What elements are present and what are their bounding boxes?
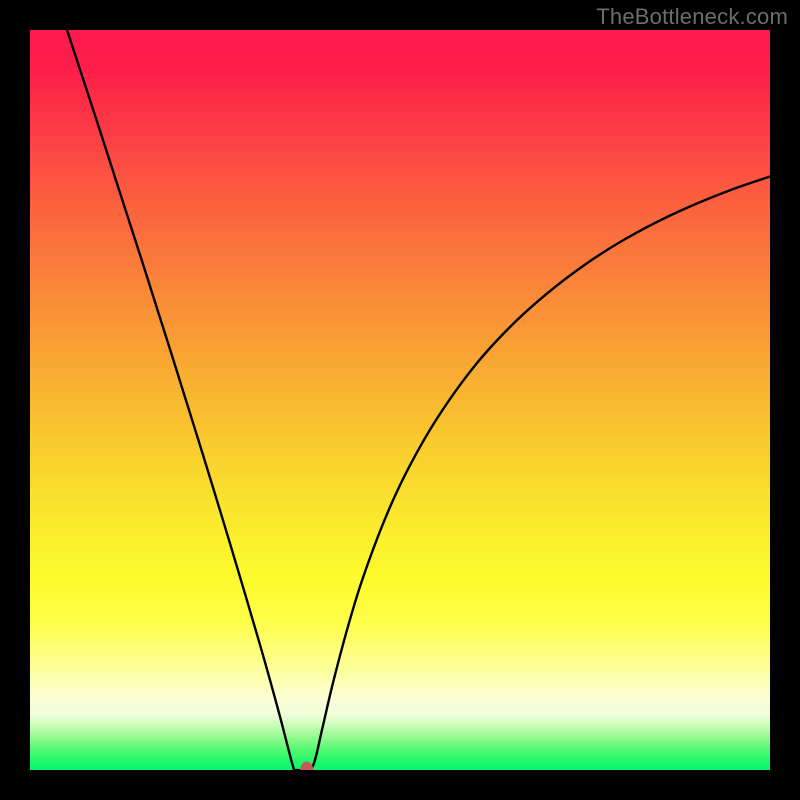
watermark-text: TheBottleneck.com xyxy=(596,4,788,30)
plot-frame xyxy=(0,0,800,800)
chart-container: TheBottleneck.com xyxy=(0,0,800,800)
